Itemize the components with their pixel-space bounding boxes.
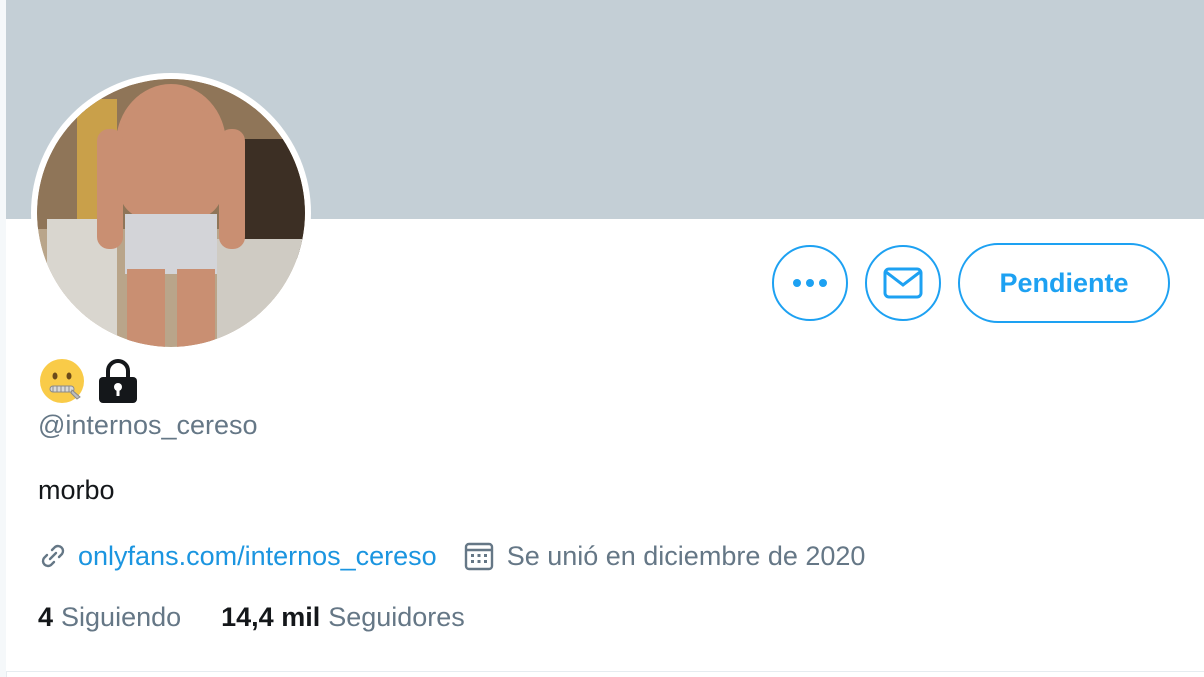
- envelope-icon: [883, 267, 923, 299]
- joined-date: Se unió en diciembre de 2020: [506, 540, 866, 571]
- profile-header: Pendiente @internos_cereso morbo onlyfan…: [6, 0, 1204, 672]
- zipper-mouth-face-icon: [40, 359, 84, 403]
- profile-actions: Pendiente: [772, 243, 1170, 323]
- followers-label: Seguidores: [328, 602, 465, 632]
- avatar-image: [37, 79, 305, 347]
- profile-handle: @internos_cereso: [38, 410, 258, 440]
- message-button[interactable]: [865, 245, 941, 321]
- followers-stat[interactable]: 14,4 mil Seguidores: [221, 602, 465, 633]
- website-link[interactable]: onlyfans.com/internos_cereso: [78, 541, 437, 572]
- more-icon: [793, 279, 827, 287]
- display-name: [38, 356, 140, 406]
- profile-bio: morbo: [38, 475, 115, 505]
- following-label: Siguiendo: [61, 602, 182, 632]
- divider: [6, 671, 1204, 672]
- profile-stats: 4 Siguiendo 14,4 mil Seguidores: [38, 602, 465, 633]
- lock-icon: [99, 359, 137, 403]
- pending-follow-button[interactable]: Pendiente: [958, 243, 1170, 323]
- link-icon: [41, 544, 65, 568]
- calendar-icon: [464, 542, 493, 571]
- profile-meta: onlyfans.com/internos_cereso Se unió en …: [38, 536, 865, 576]
- following-stat[interactable]: 4 Siguiendo: [38, 602, 181, 633]
- followers-count: 14,4 mil: [221, 602, 321, 632]
- following-count: 4: [38, 602, 54, 632]
- avatar[interactable]: [31, 73, 311, 353]
- more-button[interactable]: [772, 245, 848, 321]
